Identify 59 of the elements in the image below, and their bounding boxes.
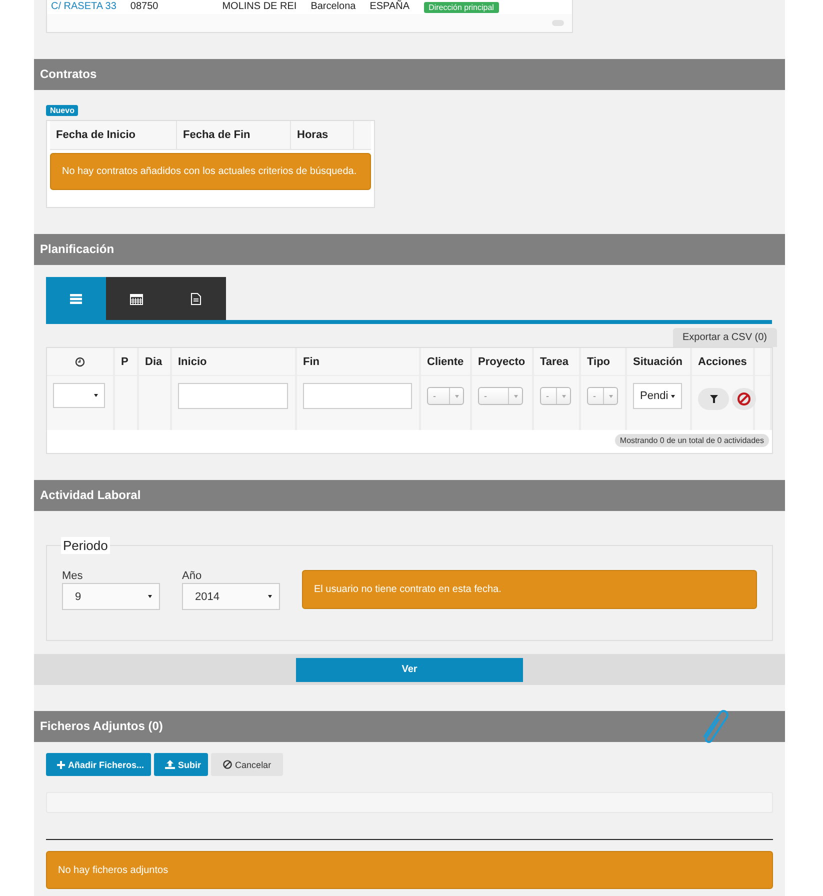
dropdown[interactable]: 2014: [182, 583, 280, 610]
view-button[interactable]: Ver: [296, 658, 523, 682]
section-title: Planificación: [40, 241, 114, 258]
filter-button[interactable]: [698, 388, 729, 410]
column-header: Cliente: [427, 356, 464, 368]
upload-action-button[interactable]: Añadir Ficheros...: [46, 753, 152, 776]
time-input-field[interactable]: [178, 383, 288, 409]
document-icon: [191, 292, 201, 304]
upload-icon: [165, 760, 176, 769]
column-header: Inicio: [178, 356, 207, 368]
country: ESPAÑA: [370, 1, 410, 13]
column-header: Tarea: [540, 356, 569, 368]
clear-filter-button[interactable]: [732, 388, 756, 410]
calendar-icon: [130, 292, 142, 304]
ban-icon: [223, 760, 232, 769]
scrollbar-thumb[interactable]: [552, 20, 564, 26]
column-header: Proyecto: [478, 356, 526, 368]
export-csv-button[interactable]: Exportar a CSV (0): [672, 328, 777, 347]
dropdown[interactable]: 9: [62, 583, 160, 610]
address-link[interactable]: C/ RASETA 33: [51, 1, 116, 13]
dropdown[interactable]: [53, 383, 105, 408]
field-label: Año: [182, 570, 203, 582]
column-header: Fecha de Fin: [177, 121, 291, 149]
column-header: Horas: [291, 121, 354, 149]
field-label: Mes: [62, 570, 84, 582]
new-button[interactable]: Nuevo: [46, 105, 78, 116]
time-input-field[interactable]: [303, 383, 412, 409]
column-header: Fin: [303, 356, 320, 368]
column-header: Fecha de Inicio: [50, 121, 177, 149]
dropdown[interactable]: Pendi: [633, 383, 682, 409]
section-title: Ficheros Adjuntos (0): [40, 718, 163, 735]
column-header: Tipo: [587, 356, 610, 368]
warning-alert: No hay contratos añadidos con los actuales criterios de búsqueda.: [50, 153, 371, 190]
column-header: Situación: [633, 356, 683, 368]
upload-action-button[interactable]: Cancelar: [211, 753, 284, 776]
city: MOLINS DE REI: [222, 1, 297, 13]
column-header: P: [121, 356, 128, 368]
prohibited-icon: [737, 392, 751, 406]
province: Barcelona: [310, 1, 356, 13]
fieldset-legend: Periodo: [61, 537, 110, 554]
combo-box[interactable]: -: [478, 387, 523, 405]
results-count: Mostrando 0 de un total de 0 actividades: [614, 434, 769, 447]
postal-code: 08750: [130, 1, 158, 13]
section-title: Actividad Laboral: [40, 487, 141, 504]
list-icon: [70, 294, 82, 304]
plus-icon: [57, 760, 65, 768]
combo-box[interactable]: -: [540, 387, 571, 405]
upload-action-button[interactable]: Subir: [154, 753, 208, 776]
filter-icon: [710, 395, 718, 403]
combo-box[interactable]: -: [427, 387, 464, 405]
view-tab[interactable]: [106, 277, 166, 320]
clock-icon: [75, 356, 85, 366]
column-header: Dia: [145, 356, 162, 368]
warning-alert: No hay ficheros adjuntos: [46, 851, 773, 889]
warning-alert: El usuario no tiene contrato en esta fecha.: [302, 570, 757, 609]
column-header: Acciones: [698, 356, 747, 368]
combo-box[interactable]: -: [587, 387, 618, 405]
section-title: Contratos: [40, 66, 97, 83]
status-badge: Dirección principal: [424, 2, 499, 12]
